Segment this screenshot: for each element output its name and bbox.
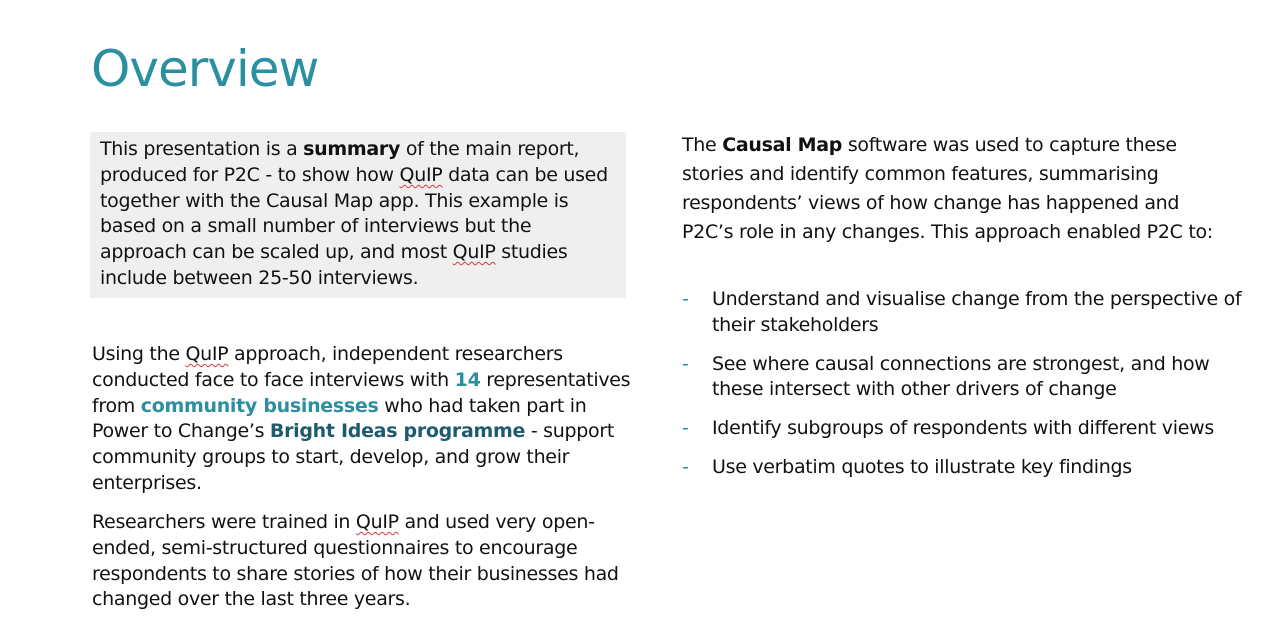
- para-part: Using the: [92, 343, 186, 365]
- training-paragraph: Researchers were trained in QuIP and use…: [92, 510, 632, 613]
- list-item: - Understand and visualise change from th…: [682, 287, 1242, 339]
- spellcheck-word: QuIP: [185, 343, 229, 365]
- summary-bold: summary: [303, 138, 401, 160]
- bullet-dash: -: [682, 455, 689, 478]
- page-title: Overview: [91, 40, 319, 98]
- para-part: Researchers were trained in: [92, 511, 356, 533]
- community-businesses-highlight: community businesses: [140, 394, 379, 417]
- list-item-text: Use verbatim quotes to illustrate key fi…: [712, 455, 1132, 478]
- bullet-dash: -: [682, 288, 689, 310]
- intro-part: The: [682, 134, 723, 156]
- list-item-text: Identify subgroups of respondents with d…: [712, 417, 1214, 440]
- bright-ideas-highlight: Bright Ideas programme: [269, 420, 526, 443]
- causal-map-intro: The Causal Map software was used to capt…: [682, 131, 1222, 247]
- list-item-text: See where causal connections are stronge…: [712, 352, 1210, 401]
- list-item: - Identify subgroups of respondents with …: [682, 416, 1242, 442]
- summary-part: This presentation is a: [100, 138, 304, 160]
- causal-map-bold: Causal Map: [722, 134, 843, 156]
- spellcheck-word: QuIP: [452, 241, 496, 264]
- interview-count: 14: [454, 368, 481, 391]
- list-item-text: Understand and visualise change from the…: [712, 288, 1242, 336]
- list-item: - Use verbatim quotes to illustrate key f…: [682, 455, 1242, 481]
- summary-text: This presentation is a summary of the ma…: [100, 137, 620, 292]
- spellcheck-word: QuIP: [355, 511, 399, 533]
- interviews-paragraph: Using the QuIP approach, independent res…: [92, 342, 632, 497]
- capabilities-list: - Understand and visualise change from th…: [682, 287, 1242, 494]
- bullet-dash: -: [682, 417, 689, 440]
- bullet-dash: -: [682, 352, 689, 375]
- list-item: - See where causal connections are strong…: [682, 352, 1242, 404]
- spellcheck-word: QuIP: [399, 163, 443, 186]
